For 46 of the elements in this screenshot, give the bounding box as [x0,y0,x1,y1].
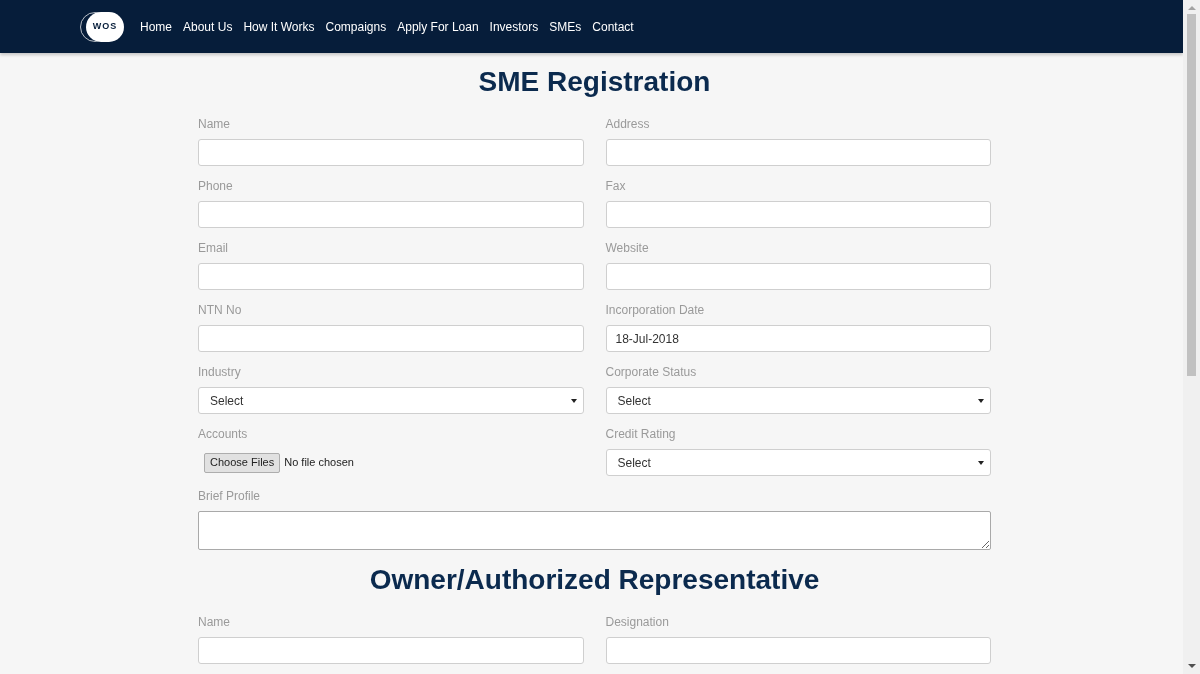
text-input[interactable] [198,139,584,166]
field-label: Address [605,116,651,133]
nav-link[interactable]: Investors [489,17,539,36]
field-label: Name [198,116,231,133]
nav-link[interactable]: Apply For Loan [397,17,479,36]
field-label: Email [198,240,229,257]
text-input[interactable] [198,637,584,664]
nav-link[interactable]: Contact [592,17,634,36]
caret-icon [978,398,984,403]
field-label: Brief Profile [198,488,262,505]
nav-link[interactable]: How It Works [243,17,315,36]
select-dropdown[interactable]: Select [605,387,991,414]
field-label: Corporate Status [605,364,698,381]
text-input[interactable] [198,201,584,228]
text-input[interactable]: 18-Jul-2018 [605,325,991,352]
nav-link[interactable]: Home [140,17,172,36]
text-input[interactable] [605,263,991,290]
text-input[interactable] [198,263,584,290]
field-label: Credit Rating [605,426,677,443]
section-title: Owner/Authorized Representative [368,563,821,597]
field-label: Fax [605,178,627,195]
scrollbar-thumb[interactable] [1187,14,1196,376]
textarea-input[interactable] [198,511,991,550]
field-label: Name [198,614,231,631]
nav-link[interactable]: Compaigns [325,17,387,36]
nav-link[interactable]: SMEs [549,17,582,36]
field-label: Phone [198,178,234,195]
caret-icon [978,460,984,465]
nav-link[interactable]: About Us [183,17,233,36]
text-input[interactable] [605,139,991,166]
scrollbar[interactable] [1183,0,1200,674]
select-dropdown[interactable]: Select [198,387,584,414]
field-label: Designation [605,614,670,631]
field-label: Accounts [198,426,249,443]
text-input[interactable] [605,201,991,228]
text-input[interactable] [605,637,991,664]
caret-icon [570,398,577,403]
text-input[interactable] [198,325,584,352]
field-label: Website [605,240,650,257]
choose-files-button[interactable]: Choose Files [204,452,281,473]
field-label: NTN No [198,302,243,319]
field-label: Industry [198,364,242,381]
select-dropdown[interactable]: Select [605,449,991,476]
section-title: SME Registration [477,65,712,99]
file-status: No file chosen [284,455,354,471]
field-label: Incorporation Date [605,302,706,319]
